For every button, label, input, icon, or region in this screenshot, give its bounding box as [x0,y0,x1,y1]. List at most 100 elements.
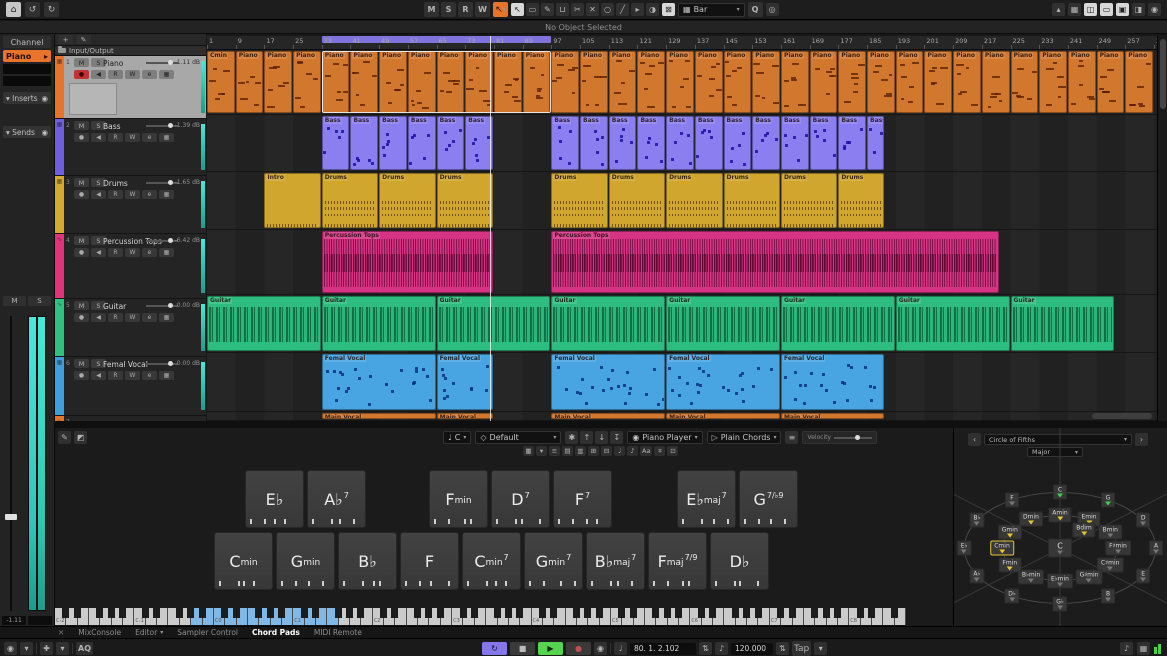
chord-pad-Cmin7[interactable]: Cmin 7 [462,532,521,590]
black-key[interactable] [175,608,183,618]
circle-node-C[interactable]: C [1048,538,1072,558]
window-layout-icon[interactable]: ▣ [1116,3,1129,16]
track-volume-slider[interactable] [146,123,178,128]
black-key[interactable] [391,608,399,618]
clip[interactable]: Piano [924,51,953,113]
chord-pads-left-icon[interactable]: ✎ [58,431,71,444]
circle-node-Gmin[interactable]: G♯min [1075,569,1103,585]
clip[interactable]: Piano [350,51,379,113]
record-arm-button[interactable]: ● [74,133,89,142]
circle-node-B[interactable]: B♭ [969,512,985,528]
clip[interactable]: Drums [608,173,666,228]
status-left-icon[interactable]: ◉ [4,642,17,655]
black-key[interactable] [629,608,637,618]
circle-node-G[interactable]: G♭ [1052,596,1068,612]
circle-node-Cmin[interactable]: Cmin [990,540,1014,556]
black-key[interactable] [119,608,127,618]
circle-mode-dropdown[interactable]: Major ▾ [1027,447,1083,457]
instrument-icon[interactable]: ▦ [159,371,174,380]
horizontal-zoom-slider[interactable] [1092,413,1152,419]
clip[interactable]: Drums [551,173,608,228]
monitor-button[interactable]: ◀ [91,133,106,142]
monitor-button[interactable]: ◀ [91,371,106,380]
clip[interactable]: Piano [465,51,493,113]
record-arm-button[interactable]: ● [74,190,89,199]
tap-tempo-button[interactable]: Tap [792,641,812,656]
monitor-button[interactable]: ◀ [91,313,106,322]
chord-pad-D[interactable]: D♭ [710,532,769,590]
black-key[interactable] [312,608,320,618]
track-row-femal-vocal[interactable]: ▦ 6 M S Femal Vocal 0.00 dB ● ◀ R We ▦ [55,357,206,416]
chord-pad-A7[interactable]: A♭ 7 [307,470,366,528]
clip[interactable]: Percussion Tops [551,231,999,293]
player-mode-dropdown[interactable]: ▷ Plain Chords ▾ [706,431,782,444]
write-button[interactable]: W [125,248,140,257]
redo-icon[interactable]: ↻ [44,2,59,17]
track-volume-slider[interactable] [146,60,178,65]
black-key[interactable] [232,608,240,618]
window-layout-icon[interactable]: ◨ [1132,3,1145,16]
transport-dropdown-icon[interactable]: ▾ [814,642,828,655]
object-selection-tool-button[interactable]: ↖ ▾ [493,2,508,17]
black-key[interactable] [255,608,263,618]
black-key[interactable] [198,608,206,618]
clip[interactable]: Main Vocal [321,413,436,419]
play-tool-icon[interactable]: ▸ [631,3,644,16]
black-key[interactable] [754,608,762,618]
audio-quantize-button[interactable]: AQ [76,642,93,655]
circle-node-Emin[interactable]: E♭min [1047,573,1073,589]
clip[interactable]: Main Vocal [780,413,884,419]
black-key[interactable] [584,608,592,618]
clip[interactable]: Bass [637,116,666,170]
black-key[interactable] [436,608,444,618]
black-key[interactable] [675,608,683,618]
clip[interactable]: Piano [235,51,264,113]
clip[interactable]: Piano [981,51,1010,113]
channel-mute-button[interactable]: M [3,296,26,306]
clip[interactable]: Drums [379,173,436,228]
add-track-button[interactable]: + [58,35,73,44]
track-row-piano[interactable]: ▦ 1 M S Piano -1.11 dB ● ◀ R We ▦ [55,56,206,119]
vertical-scrollbar[interactable] [1157,36,1167,421]
clip[interactable]: Guitar [895,296,1010,351]
black-key[interactable] [334,608,342,618]
status-left-dropdown-icon[interactable]: ▾ [20,642,33,655]
instrument-icon[interactable]: ▦ [159,133,174,142]
write-button[interactable]: W [125,70,140,79]
clip[interactable]: Bass [780,116,809,170]
clip[interactable]: Piano [407,51,436,113]
clip[interactable]: Piano [953,51,981,113]
clip[interactable]: Percussion Tops [321,231,493,293]
clip[interactable]: Femal Vocal [436,354,493,410]
circle-title-dropdown[interactable]: Circle of Fifths ▾ [984,434,1132,445]
circle-node-E[interactable]: E♭ [956,540,972,556]
black-key[interactable] [153,608,161,618]
clip[interactable]: Bass [723,116,752,170]
record-arm-button[interactable]: ● [74,313,89,322]
black-key[interactable] [141,608,149,618]
chord-pads-mini-icon[interactable]: ▤ [562,446,573,456]
black-key[interactable] [516,608,524,618]
black-key[interactable] [709,608,717,618]
clip[interactable]: Piano [321,51,350,113]
preset-dropdown[interactable]: ◇ Default ▾ [475,431,562,444]
clip[interactable]: Guitar [551,296,666,351]
tempo-stepper-icon[interactable]: ⇅ [776,642,789,655]
chord-pads-mini-icon[interactable]: ⊡ [667,446,679,456]
read-button[interactable]: R [108,248,123,257]
line-tool-icon[interactable]: ╱ [616,3,629,16]
range-tool-icon[interactable]: ▭ [526,3,539,16]
black-key[interactable] [618,608,626,618]
split-tool-icon[interactable]: ✂ [571,3,584,16]
circle-node-G[interactable]: G [1101,492,1115,507]
track-volume-slider[interactable] [146,238,178,243]
clip[interactable]: Piano [293,51,321,113]
clip[interactable]: Piano [522,51,551,113]
black-key[interactable] [107,608,115,618]
black-key[interactable] [822,608,830,618]
clip[interactable]: Cmin [207,51,235,113]
chord-pad-Gmin7[interactable]: Gmin 7 [524,532,583,590]
track-volume-slider[interactable] [146,361,178,366]
playhead[interactable] [490,36,492,421]
clip[interactable]: Drums [838,173,884,228]
